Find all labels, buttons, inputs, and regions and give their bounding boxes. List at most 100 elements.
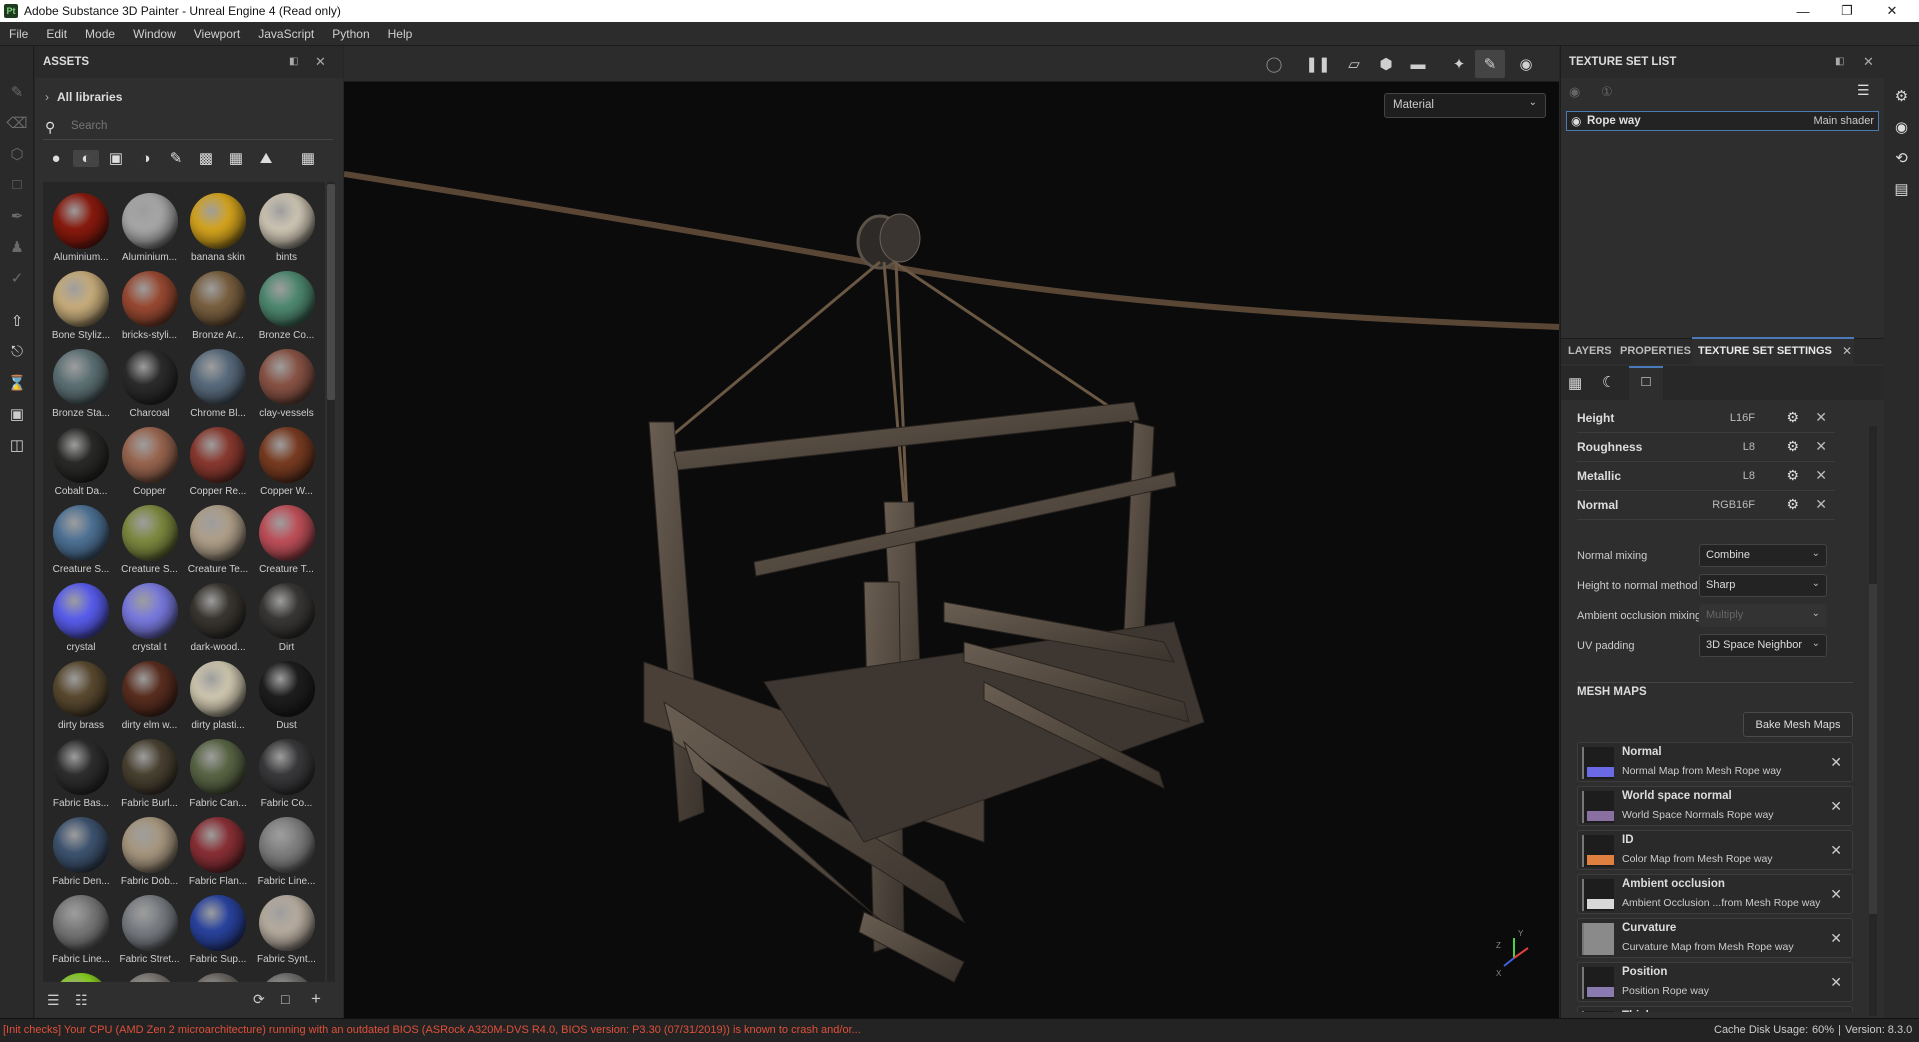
asset-item[interactable]: Dust <box>253 656 321 734</box>
close-window-button[interactable]: ✕ <box>1870 0 1914 22</box>
channel-row[interactable]: Roughness L8 ⚙ ✕ <box>1577 433 1835 462</box>
remove-channel-icon[interactable]: ✕ <box>1815 496 1827 513</box>
refresh-icon[interactable]: ⟳ <box>253 991 265 1008</box>
visibility-toggle-icon[interactable]: ◉ <box>1569 84 1580 100</box>
minimize-button[interactable]: — <box>1781 0 1825 22</box>
asset-item[interactable]: crystal t <box>116 578 184 656</box>
eraser-tool-icon[interactable]: ⌫ <box>0 107 34 138</box>
scrollbar-thumb[interactable] <box>327 184 335 400</box>
procedurals-filter-icon[interactable]: ▩ <box>193 149 219 167</box>
asset-item[interactable]: Fabric Line... <box>253 812 321 890</box>
asset-item[interactable] <box>184 968 252 982</box>
setting-select[interactable]: Combine ⌄ <box>1699 544 1827 567</box>
mesh-map-item[interactable]: Thickness <box>1577 1006 1853 1012</box>
menu-help[interactable]: Help <box>379 27 422 41</box>
asset-item[interactable]: Bronze Ar... <box>184 266 252 344</box>
maximize-button[interactable]: ❐ <box>1825 0 1869 22</box>
paint-mode-icon[interactable]: ✎ <box>1475 50 1505 78</box>
asset-item[interactable]: Fabric Dob... <box>116 812 184 890</box>
shelf-icon[interactable]: ◫ <box>0 429 34 460</box>
display-settings-icon[interactable]: ⚙ <box>1884 80 1919 111</box>
settings-icon[interactable]: ▦ <box>1568 374 1582 392</box>
asset-item[interactable]: Cobalt Da... <box>47 422 115 500</box>
asset-item[interactable]: dirty elm w... <box>116 656 184 734</box>
asset-item[interactable]: Fabric Line... <box>47 890 115 968</box>
solo-icon[interactable]: ① <box>1601 84 1613 100</box>
menu-mode[interactable]: Mode <box>76 27 124 41</box>
asset-item[interactable]: dirty brass <box>47 656 115 734</box>
remove-mesh-map-icon[interactable]: ✕ <box>1830 842 1842 859</box>
cube-icon[interactable]: ⬢ <box>1371 50 1401 78</box>
paint-brush-tool-icon[interactable]: ✎ <box>0 76 34 107</box>
clone-tool-icon[interactable]: ♟ <box>0 231 34 262</box>
asset-item[interactable]: Fabric Flan... <box>184 812 252 890</box>
remove-channel-icon[interactable]: ✕ <box>1815 467 1827 484</box>
asset-item[interactable]: Fabric Stret... <box>116 890 184 968</box>
menu-viewport[interactable]: Viewport <box>185 27 249 41</box>
asset-item[interactable]: Creature S... <box>47 500 115 578</box>
asset-item[interactable]: Chrome Bl... <box>184 344 252 422</box>
menu-python[interactable]: Python <box>323 27 378 41</box>
channel-format[interactable]: L16F <box>1730 412 1755 424</box>
close-panel-icon[interactable]: ✕ <box>1863 54 1874 70</box>
channel-row[interactable]: Normal RGB16F ⚙ ✕ <box>1577 491 1835 520</box>
asset-item[interactable]: dirty plasti... <box>184 656 252 734</box>
remove-channel-icon[interactable]: ✕ <box>1815 438 1827 455</box>
asset-item[interactable]: bints <box>253 188 321 266</box>
pause-icon[interactable]: ❚❚ <box>1303 50 1333 78</box>
environments-filter-icon[interactable]: ⛰ <box>253 150 279 167</box>
list-options-icon[interactable]: ☰ <box>1857 82 1870 99</box>
smart-masks-filter-icon[interactable]: ◑ <box>133 150 159 167</box>
setting-select[interactable]: 3D Space Neighbor ⌄ <box>1699 634 1827 657</box>
asset-item[interactable]: Copper Re... <box>184 422 252 500</box>
materials-filter-icon[interactable]: ● <box>43 150 69 167</box>
camera-icon[interactable]: ▬ <box>1403 50 1433 78</box>
mesh-map-item[interactable]: Curvature Curvature Map from Mesh Rope wa… <box>1577 918 1853 958</box>
menu-window[interactable]: Window <box>124 27 185 41</box>
all-libraries-toggle[interactable]: › All libraries <box>45 90 122 104</box>
masks-filter-icon[interactable]: ▣ <box>103 149 129 167</box>
texture-set-item[interactable]: ◉ Rope way Main shader <box>1566 111 1879 131</box>
tab-texture-set-settings[interactable]: TEXTURE SET SETTINGS ✕ <box>1692 337 1854 365</box>
bake-icon[interactable]: ⎋ <box>0 336 34 367</box>
hide-icon[interactable]: ◯ <box>1259 50 1289 78</box>
asset-item[interactable]: Charcoal <box>116 344 184 422</box>
iray-icon[interactable]: ✦ <box>1444 50 1474 78</box>
remove-channel-icon[interactable]: ✕ <box>1815 409 1827 426</box>
channel-row[interactable]: Height L16F ⚙ ✕ <box>1577 404 1835 433</box>
history-icon[interactable]: ⟲ <box>1884 142 1919 173</box>
viewport[interactable]: ◯ ❚❚ ▱ ⬢ ▬ ✦ ✎ ◉ Material ⌄ Y Z X <box>344 46 1559 1018</box>
remove-mesh-map-icon[interactable]: ✕ <box>1830 886 1842 903</box>
asset-item[interactable]: bricks-styli... <box>116 266 184 344</box>
scrollbar-thumb[interactable] <box>1869 584 1877 914</box>
gear-icon[interactable]: ⚙ <box>1786 438 1799 455</box>
search-field[interactable]: ⚲ <box>43 118 333 140</box>
gear-icon[interactable]: ⚙ <box>1786 409 1799 426</box>
asset-item[interactable]: Creature S... <box>116 500 184 578</box>
mesh-map-item[interactable]: Normal Normal Map from Mesh Rope way ✕ <box>1577 742 1853 782</box>
asset-item[interactable]: Bone Styliz... <box>47 266 115 344</box>
asset-item[interactable] <box>47 968 115 982</box>
asset-item[interactable]: Fabric Burl... <box>116 734 184 812</box>
import-icon[interactable]: ☷ <box>75 992 88 1009</box>
asset-item[interactable]: Aluminium... <box>116 188 184 266</box>
asset-item[interactable]: Fabric Can... <box>184 734 252 812</box>
asset-item[interactable]: Fabric Synt... <box>253 890 321 968</box>
export-icon[interactable]: ⇧ <box>0 305 34 336</box>
grid-view-icon[interactable]: ▦ <box>295 149 321 167</box>
asset-item[interactable]: Bronze Sta... <box>47 344 115 422</box>
view-mode-icon[interactable]: ▱ <box>1339 50 1369 78</box>
asset-item[interactable]: Fabric Sup... <box>184 890 252 968</box>
asset-item[interactable]: Creature T... <box>253 500 321 578</box>
asset-scrollbar[interactable] <box>327 182 335 982</box>
screenshot-icon[interactable]: ◉ <box>1511 50 1541 78</box>
tab-layers[interactable]: LAYERS <box>1568 345 1612 357</box>
asset-item[interactable]: Bronze Co... <box>253 266 321 344</box>
channel-format[interactable]: RGB16F <box>1712 499 1755 511</box>
menu-file[interactable]: File <box>0 27 37 41</box>
save-filter-icon[interactable]: ☰ <box>47 992 60 1009</box>
asset-item[interactable]: Fabric Den... <box>47 812 115 890</box>
mesh-map-item[interactable]: ID Color Map from Mesh Rope way ✕ <box>1577 830 1853 870</box>
add-icon[interactable]: + <box>311 989 321 1009</box>
smart-materials-filter-icon[interactable]: ◐ <box>73 149 99 167</box>
